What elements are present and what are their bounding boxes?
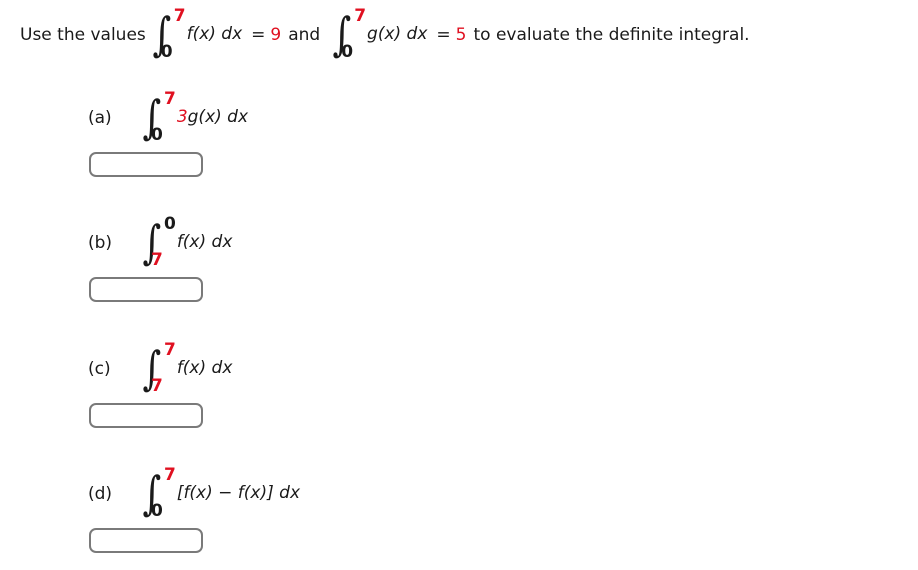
part-a-label: (a) [88, 108, 112, 128]
value-2: 5 [455, 25, 467, 45]
part-b-label: (b) [88, 233, 113, 253]
conjunction-and: and [288, 25, 321, 45]
integral-expression-1: ∫ 7 0 f(x) dx [150, 6, 243, 62]
integrand-2: g(x) dx [367, 24, 428, 44]
part-d-expression: (d) ∫ 7 0 [f(x) − f(x)] dx [88, 465, 300, 521]
statement-lead-text: Use the values [20, 25, 146, 45]
integrand-d: [f(x) − f(x)] dx [177, 483, 300, 503]
integral-lower-limit: 0 [150, 125, 163, 145]
problem-part-a: (a) ∫ 7 0 3g(x) dx [88, 89, 248, 177]
problem-part-b: (b) ∫ 0 7 f(x) dx [88, 214, 233, 302]
integral-upper-limit: 7 [173, 6, 186, 26]
answer-input-d[interactable] [89, 528, 203, 553]
value-1: 9 [270, 25, 282, 45]
equals-sign-2: = [436, 25, 451, 45]
integral-lower-limit: 0 [150, 501, 163, 521]
statement-trailing-text: to evaluate the definite integral. [473, 25, 750, 45]
integral-lower-limit: 0 [160, 42, 173, 62]
integral-upper-limit: 7 [163, 465, 176, 485]
integral-expression-c: ∫ 7 7 f(x) dx [140, 340, 233, 396]
integral-upper-limit: 7 [163, 340, 176, 360]
integral-expression-2: ∫ 7 0 g(x) dx [330, 6, 428, 62]
integral-lower-limit: 0 [341, 42, 354, 62]
answer-input-b[interactable] [89, 277, 203, 302]
integral-upper-limit: 7 [354, 6, 367, 26]
answer-input-c[interactable] [89, 403, 203, 428]
problem-statement: Use the values ∫ 7 0 f(x) dx = 9 and ∫ 7… [20, 6, 750, 62]
problem-part-c: (c) ∫ 7 7 f(x) dx [88, 340, 233, 428]
part-c-label: (c) [88, 359, 111, 379]
part-b-expression: (b) ∫ 0 7 f(x) dx [88, 214, 233, 270]
integral-expression-b: ∫ 0 7 f(x) dx [140, 214, 233, 270]
integral-expression-d: ∫ 7 0 [f(x) − f(x)] dx [140, 465, 300, 521]
integral-upper-limit: 7 [163, 89, 176, 109]
integrand-body: g(x) dx [187, 107, 249, 127]
integral-lower-limit: 7 [150, 250, 163, 270]
integrand-1: f(x) dx [186, 24, 243, 44]
integral-lower-limit: 7 [150, 376, 163, 396]
part-d-label: (d) [88, 484, 113, 504]
integrand-body: f(x) dx [176, 358, 233, 378]
answer-input-a[interactable] [89, 152, 203, 177]
equals-sign-1: = [251, 25, 266, 45]
integrand-body: [f(x) − f(x)] dx [176, 483, 301, 503]
part-a-expression: (a) ∫ 7 0 3g(x) dx [88, 89, 248, 145]
integrand-body: f(x) dx [176, 232, 233, 252]
integrand-a: 3g(x) dx [177, 107, 248, 127]
integrand-b: f(x) dx [177, 232, 233, 252]
integrand-coefficient: 3 [176, 107, 188, 127]
integral-upper-limit: 0 [163, 214, 176, 234]
integral-expression-a: ∫ 7 0 3g(x) dx [140, 89, 248, 145]
part-c-expression: (c) ∫ 7 7 f(x) dx [88, 340, 233, 396]
integrand-c: f(x) dx [177, 358, 233, 378]
problem-part-d: (d) ∫ 7 0 [f(x) − f(x)] dx [88, 465, 300, 553]
